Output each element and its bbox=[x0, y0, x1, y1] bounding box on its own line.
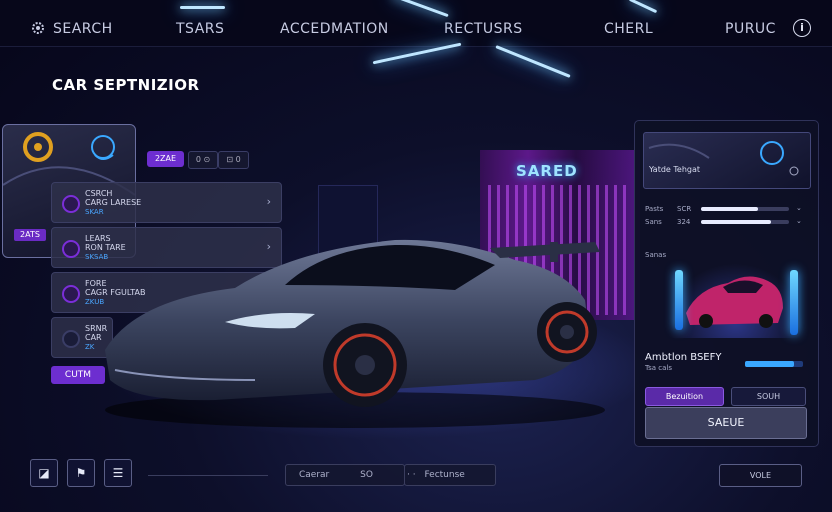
list-item-label: CSRCH bbox=[85, 189, 113, 198]
list-item-icon bbox=[62, 240, 80, 258]
secondary-button[interactable]: SOUH bbox=[731, 387, 806, 406]
stat-label: Pasts bbox=[645, 205, 664, 213]
car-name: Ambtlon BSEFY bbox=[645, 352, 722, 363]
chevron-icon[interactable]: ⌄ bbox=[796, 204, 802, 212]
list-item[interactable]: CSRCH CARG LARESE SKAR › bbox=[51, 182, 282, 223]
garage-sign: SARED bbox=[516, 162, 578, 180]
section-label: Sanas bbox=[645, 251, 667, 259]
menu-icon[interactable]: ☰ bbox=[104, 459, 132, 487]
chevron-right-icon: › bbox=[266, 195, 271, 208]
list-item-icon bbox=[62, 195, 80, 213]
filter-chip-active[interactable]: 2ZAE bbox=[147, 151, 184, 167]
nav-accedmation[interactable]: ACCEDMATION bbox=[280, 21, 389, 37]
ceiling-light bbox=[495, 45, 571, 78]
filter-chip[interactable]: ⊡ 0 bbox=[218, 151, 249, 169]
preview-tag: 2ATS bbox=[14, 229, 46, 241]
sports-car bbox=[105, 239, 605, 428]
nav-tsars[interactable]: TSARS bbox=[176, 21, 224, 37]
primary-button[interactable]: Bezuition bbox=[645, 387, 724, 406]
nav-puruc[interactable]: PURUC bbox=[725, 21, 776, 37]
stat-label: Sans bbox=[645, 218, 662, 226]
preview-label: Yatde Tehgat bbox=[649, 165, 701, 174]
stat-value: SCR bbox=[677, 205, 692, 213]
progress-fill bbox=[745, 361, 795, 367]
nav-rectusrs[interactable]: RECTUSRS bbox=[444, 21, 523, 37]
save-button[interactable]: SAEUE bbox=[645, 407, 807, 439]
nav-search[interactable]: SEARCH bbox=[53, 21, 113, 37]
camera-icon[interactable]: ◪ bbox=[30, 459, 58, 487]
camera-label: Caerar bbox=[299, 470, 330, 480]
car-thumbnail bbox=[686, 276, 783, 328]
list-item-sub: ZK bbox=[85, 343, 95, 351]
features-field[interactable]: · · Fectunse bbox=[404, 464, 496, 486]
steering-wheel-icon bbox=[648, 141, 799, 176]
list-item-title: CARG LARESE bbox=[85, 198, 142, 207]
stat-bar bbox=[701, 220, 789, 224]
vote-button[interactable]: VOLE bbox=[719, 464, 802, 487]
interior-preview[interactable] bbox=[643, 132, 811, 189]
ceiling-light bbox=[180, 6, 225, 9]
stat-value: 324 bbox=[677, 218, 691, 226]
filter-chip[interactable]: 0 ⊙ bbox=[188, 151, 218, 169]
top-nav: SEARCH TSARS ACCEDMATION RECTUSRS CHERL … bbox=[0, 0, 832, 47]
dots-icon: · · bbox=[407, 470, 416, 480]
page-title: CAR SEPTNIZIOR bbox=[52, 76, 200, 94]
features-label: Fectunse bbox=[424, 470, 465, 480]
car-subtitle: Tsa cals bbox=[645, 364, 673, 372]
chevron-icon[interactable]: ⌄ bbox=[796, 217, 802, 225]
stat-fill bbox=[701, 207, 759, 211]
nav-cherl[interactable]: CHERL bbox=[604, 21, 653, 37]
stat-bar bbox=[701, 207, 789, 211]
list-item-sub: SKAR bbox=[85, 208, 104, 216]
light-pillar bbox=[675, 270, 683, 330]
light-pillar bbox=[790, 270, 798, 335]
info-icon[interactable]: i bbox=[793, 19, 811, 37]
list-item-icon bbox=[62, 330, 80, 348]
stat-fill bbox=[701, 220, 772, 224]
camera-field[interactable]: Caerar SO bbox=[285, 464, 405, 486]
list-item-icon bbox=[62, 285, 80, 303]
flag-icon[interactable]: ⚑ bbox=[67, 459, 95, 487]
progress-meter bbox=[745, 361, 803, 367]
car-showcase bbox=[668, 263, 803, 338]
camera-value: SO bbox=[360, 470, 373, 480]
gear-icon bbox=[32, 22, 44, 34]
divider bbox=[148, 475, 268, 476]
